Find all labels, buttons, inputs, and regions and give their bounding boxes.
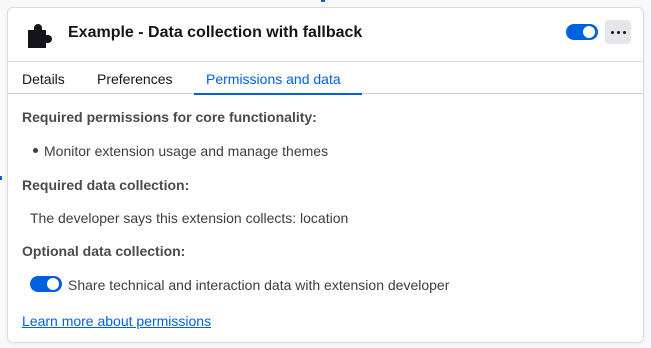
- puzzle-piece-icon: [28, 24, 52, 48]
- focus-marker-top: [321, 0, 325, 2]
- required-permissions-heading: Required permissions for core functional…: [22, 109, 317, 125]
- active-tab-indicator: [194, 93, 362, 95]
- tab-bar: Details Preferences Permissions and data: [8, 61, 643, 95]
- permission-item: Monitor extension usage and manage theme…: [44, 143, 329, 159]
- tab-preferences[interactable]: Preferences: [97, 70, 172, 88]
- learn-more-link[interactable]: Learn more about permissions: [22, 312, 211, 330]
- data-collection-text: The developer says this extension collec…: [30, 210, 349, 226]
- focus-marker-left: [0, 176, 2, 180]
- extension-enable-toggle[interactable]: [566, 24, 598, 40]
- tab-permissions-and-data[interactable]: Permissions and data: [206, 70, 341, 88]
- more-dots-icon: [622, 30, 626, 34]
- optional-data-toggle[interactable]: [30, 276, 62, 292]
- more-dots-icon: [610, 30, 614, 34]
- optional-data-label: Share technical and interaction data wit…: [68, 277, 450, 293]
- toggle-knob: [583, 26, 595, 38]
- extension-card: Example - Data collection with fallback …: [7, 7, 644, 343]
- card-header: Example - Data collection with fallback: [8, 8, 643, 61]
- more-options-button[interactable]: [605, 20, 631, 44]
- optional-data-heading: Optional data collection:: [22, 243, 186, 259]
- extension-title: Example - Data collection with fallback: [68, 24, 363, 41]
- more-dots-icon: [616, 30, 620, 34]
- tab-details[interactable]: Details: [22, 70, 65, 88]
- toggle-knob: [47, 278, 59, 290]
- required-data-heading: Required data collection:: [22, 177, 190, 193]
- bullet-icon: [33, 148, 38, 153]
